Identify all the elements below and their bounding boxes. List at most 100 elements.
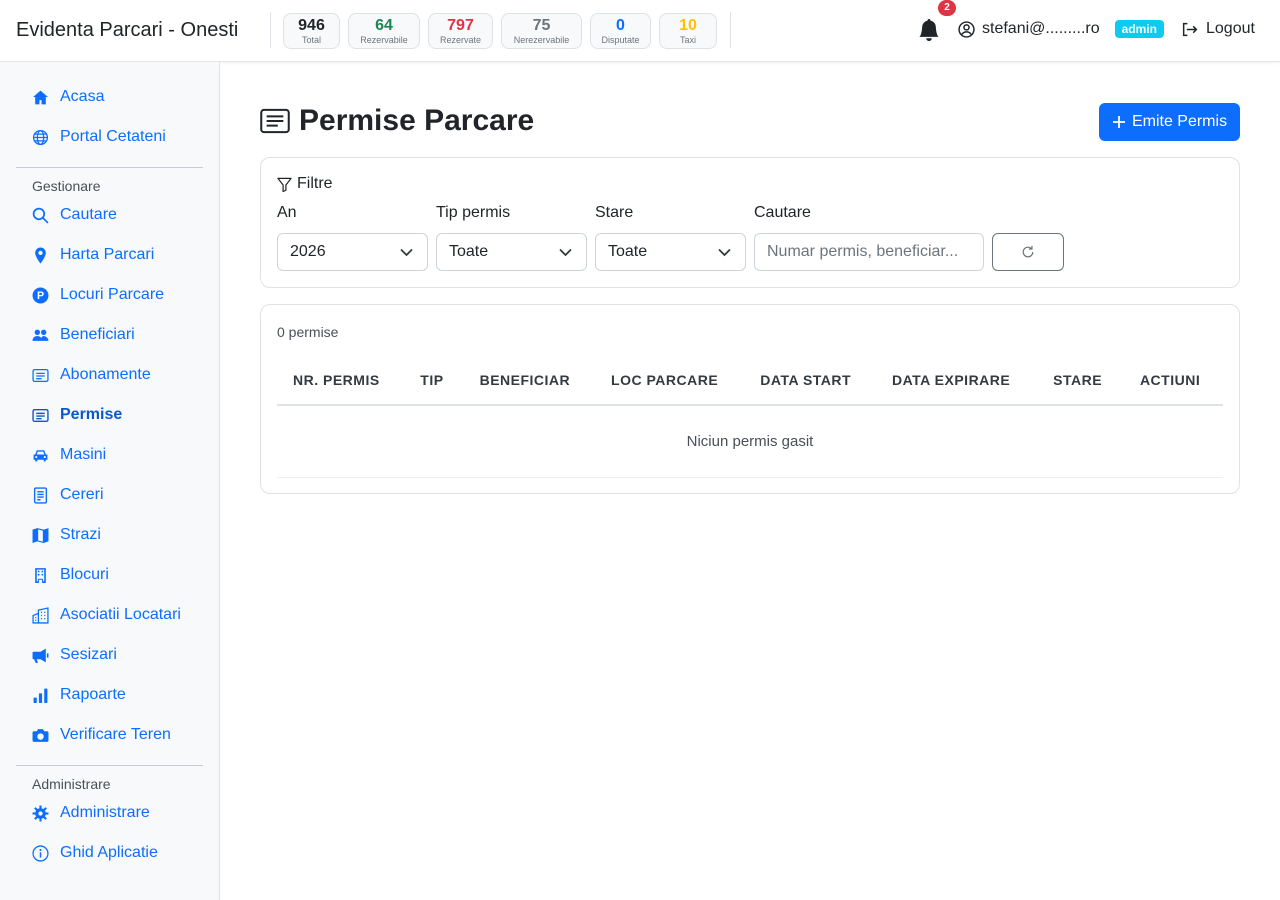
plus-icon: [1112, 116, 1125, 128]
sidebar-item-label: Harta Parcari: [60, 246, 155, 263]
empty-state-message: Niciun permis gasit: [277, 405, 1223, 478]
search-label: Cautare: [754, 204, 811, 221]
section-title-administrare: Administrare: [32, 776, 111, 792]
logout-icon: [1182, 22, 1198, 36]
globe-icon: [32, 129, 49, 145]
map-pin-icon: [35, 247, 46, 263]
column-header[interactable]: Tip: [404, 355, 464, 406]
logout-button[interactable]: Logout: [1181, 20, 1255, 38]
sidebar-item-blocuri[interactable]: Blocuri: [32, 566, 109, 584]
header-divider: [730, 12, 731, 48]
app-title[interactable]: Evidenta Parcari - Onesti: [16, 19, 238, 42]
emite-permis-button[interactable]: Emite Permis: [1099, 103, 1240, 141]
state-label: Stare: [595, 204, 634, 221]
column-header: Actiuni: [1123, 355, 1223, 406]
refresh-icon: [1022, 245, 1034, 258]
sidebar-item-cereri[interactable]: Cereri: [32, 486, 104, 504]
permits-table: Nr. Permis Tip Beneficiar Loc Parcare Da…: [277, 355, 1223, 478]
reset-filters-button[interactable]: [992, 233, 1064, 271]
sidebar-item-label: Permise: [60, 406, 123, 423]
parking-icon: P: [32, 287, 49, 303]
section-title-gestionare: Gestionare: [32, 178, 101, 194]
sidebar-item-verificare-teren[interactable]: Verificare Teren: [32, 726, 171, 744]
card-list-icon: [32, 368, 49, 382]
type-select[interactable]: Toate: [436, 233, 587, 271]
sidebar-item-rapoarte[interactable]: Rapoarte: [32, 686, 126, 704]
column-header[interactable]: Loc Parcare: [595, 355, 745, 406]
notifications-badge: 2: [938, 0, 956, 16]
column-header[interactable]: Nr. Permis: [277, 355, 405, 406]
stat-total: 946 Total: [283, 13, 340, 49]
column-header[interactable]: Data Start: [744, 355, 876, 406]
sidebar-item-label: Portal Cetateni: [60, 128, 166, 145]
state-select[interactable]: Toate: [595, 233, 746, 271]
chevron-down-icon: [718, 248, 731, 257]
column-header[interactable]: Stare: [1037, 355, 1124, 406]
stat-value: 946: [298, 16, 325, 34]
file-text-icon: [33, 486, 48, 504]
stat-nerezervabile: 75 Nerezervabile: [501, 13, 582, 49]
sidebar-item-label: Masini: [60, 446, 107, 463]
sidebar-item-cautare[interactable]: Cautare: [32, 206, 117, 224]
sidebar-item-label: Rapoarte: [60, 686, 126, 703]
sidebar-item-abonamente[interactable]: Abonamente: [32, 366, 151, 384]
header-divider: [270, 12, 271, 48]
stat-value: 75: [532, 16, 551, 34]
stat-value: 0: [616, 16, 625, 34]
stats-bar: 946 Total 64 Rezervabile 797 Rezervate 7…: [283, 13, 717, 49]
year-label: An: [277, 204, 297, 221]
permits-table-card: 0 permise Nr. Permis Tip Beneficiar Loc …: [260, 304, 1240, 494]
sidebar-item-harta-parcari[interactable]: Harta Parcari: [32, 246, 154, 264]
sidebar-item-sesizari[interactable]: Sesizari: [32, 646, 117, 664]
info-circle-icon: [32, 844, 49, 862]
sidebar-item-permise[interactable]: Permise: [32, 406, 122, 424]
sidebar-item-locuri-parcare[interactable]: P Locuri Parcare: [32, 286, 164, 304]
column-header[interactable]: Beneficiar: [463, 355, 596, 406]
stat-taxi: 10 Taxi: [659, 13, 717, 49]
people-icon: [32, 329, 49, 341]
sidebar-item-ghid-aplicatie[interactable]: Ghid Aplicatie: [32, 844, 158, 862]
megaphone-icon: [32, 648, 49, 663]
stat-disputate: 0 Disputate: [590, 13, 651, 49]
results-count: 0 permise: [277, 324, 339, 340]
sidebar-item-label: Strazi: [60, 526, 101, 543]
person-circle-icon: [958, 20, 975, 38]
role-badge: admin: [1114, 20, 1164, 38]
sidebar-item-label: Verificare Teren: [60, 726, 171, 743]
table-row: Niciun permis gasit: [277, 405, 1223, 478]
sidebar-item-masini[interactable]: Masini: [32, 446, 106, 464]
year-select[interactable]: 2026: [277, 233, 428, 271]
stat-value: 10: [679, 16, 697, 34]
page-title-text: Permise Parcare: [299, 104, 535, 137]
user-menu[interactable]: stefani@.........ro admin: [958, 20, 1164, 38]
sidebar-divider: [16, 765, 203, 766]
sidebar-item-acasa[interactable]: Acasa: [32, 88, 104, 106]
sidebar-item-label: Abonamente: [60, 366, 151, 383]
car-icon: [33, 449, 48, 461]
sidebar-item-label: Administrare: [60, 804, 150, 821]
stat-label: Rezervabile: [360, 34, 408, 45]
sidebar-item-administrare[interactable]: Administrare: [32, 804, 150, 822]
sidebar-item-strazi[interactable]: Strazi: [32, 526, 101, 544]
logout-label: Logout: [1206, 20, 1255, 37]
state-select-value: Toate: [608, 243, 648, 260]
stat-value: 797: [447, 16, 474, 34]
type-select-value: Toate: [449, 243, 489, 260]
column-header[interactable]: Data Expirare: [875, 355, 1038, 406]
sidebar-item-asociatii-locatari[interactable]: Asociatii Locatari: [32, 606, 181, 624]
filters-title-text: Filtre: [297, 175, 333, 192]
map-icon: [32, 527, 49, 543]
sidebar-item-label: Cereri: [60, 486, 104, 503]
card-text-icon: [32, 408, 49, 422]
sidebar-item-portal-cetateni[interactable]: Portal Cetateni: [32, 128, 166, 146]
sidebar: Acasa Portal Cetateni Gestionare Cautare…: [0, 62, 220, 900]
card-text-icon: [260, 108, 290, 134]
search-input[interactable]: [754, 233, 984, 271]
emite-permis-label: Emite Permis: [1131, 113, 1228, 130]
svg-text:P: P: [37, 290, 44, 302]
sidebar-item-label: Cautare: [60, 206, 117, 223]
bar-chart-icon: [33, 688, 48, 703]
notifications-button[interactable]: [918, 18, 940, 41]
funnel-icon: [277, 177, 292, 192]
sidebar-item-beneficiari[interactable]: Beneficiari: [32, 326, 135, 344]
